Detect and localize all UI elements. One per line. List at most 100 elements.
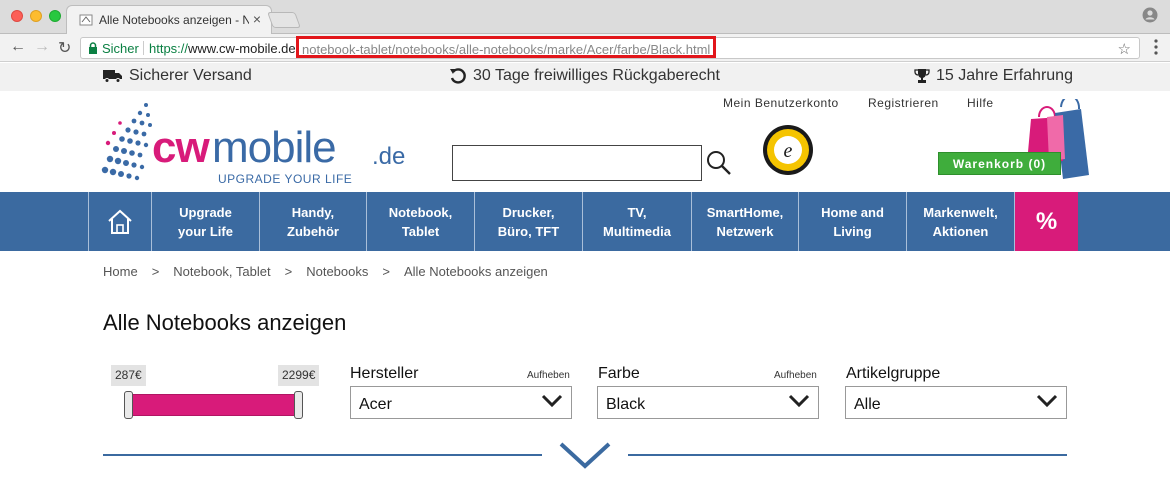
url-host: www.cw-mobile.de (188, 41, 296, 56)
manufacturer-clear-link[interactable]: Aufheben (527, 370, 570, 381)
logo-mobile-text: mobile (212, 123, 337, 172)
lock-icon (89, 42, 97, 54)
maximize-window-button[interactable] (49, 10, 61, 22)
browser-tab-bar: Alle Notebooks anzeigen - Not × (0, 0, 1170, 35)
profile-icon[interactable] (1142, 7, 1158, 23)
close-window-button[interactable] (11, 10, 23, 22)
tab-title: Alle Notebooks anzeigen - Not (99, 13, 249, 27)
nav-smarthome-netzwerk[interactable]: SmartHome, Netzwerk (692, 192, 799, 251)
chevron-down-icon (1036, 394, 1058, 408)
chevron-down-icon (541, 394, 563, 408)
search-icon[interactable] (706, 150, 732, 176)
cart-button[interactable]: Warenkorb (0) (938, 152, 1061, 175)
logo-tagline: UPGRADE YOUR LIFE (218, 172, 353, 186)
secure-label: Sicher (102, 41, 139, 56)
page-title: Alle Notebooks anzeigen (103, 310, 347, 335)
breadcrumb-separator: > (151, 264, 160, 279)
info-experience-text: 15 Jahre Erfahrung (936, 67, 1073, 84)
new-tab-button[interactable] (267, 12, 301, 28)
price-max-label: 2299€ (278, 365, 320, 386)
logo-dots-graphic (101, 103, 152, 181)
breadcrumb-notebook-tablet[interactable]: Notebook, Tablet (173, 264, 270, 279)
manufacturer-select[interactable]: Acer (350, 386, 572, 419)
nav-label: Markenwelt, Aktionen (923, 204, 998, 239)
reload-button[interactable]: ↻ (58, 38, 71, 58)
truck-icon (103, 70, 122, 83)
logo-de-text: .de (372, 143, 406, 170)
logo-cw-text: cw (152, 123, 210, 172)
trophy-icon (914, 69, 930, 83)
nav-label: Home and Living (821, 204, 884, 239)
main-navigation: Upgrade your Life Handy, Zubehör Noteboo… (0, 192, 1170, 251)
back-button[interactable]: ← (10, 38, 26, 56)
chevron-down-icon (788, 394, 810, 408)
section-divider (628, 454, 1067, 456)
nav-label: TV, Multimedia (603, 204, 671, 239)
breadcrumb-home[interactable]: Home (103, 264, 138, 279)
nav-label: Handy, Zubehör (287, 204, 339, 239)
help-link[interactable]: Hilfe (967, 96, 994, 110)
color-filter-label: Farbe (598, 365, 640, 382)
info-experience: 15 Jahre Erfahrung (914, 67, 1073, 85)
info-returns: 30 Tage freiwilliges Rückgaberecht (449, 67, 720, 85)
nav-notebook-tablet[interactable]: Notebook, Tablet (367, 192, 475, 251)
sale-percent-label: % (1035, 208, 1058, 235)
bookmark-star-icon[interactable]: ☆ (1118, 40, 1131, 58)
browser-tab-active[interactable]: Alle Notebooks anzeigen - Not × (66, 5, 272, 35)
site-logo[interactable]: cw mobile .de UPGRADE YOUR LIFE (100, 99, 420, 186)
manufacturer-selected-value: Acer (359, 396, 392, 413)
browser-menu-icon[interactable] (1154, 39, 1158, 55)
article-group-filter-label: Artikelgruppe (846, 365, 941, 382)
page-favicon-icon (79, 14, 93, 26)
breadcrumb-separator: > (284, 264, 293, 279)
price-min-handle[interactable] (124, 391, 133, 419)
nav-markenwelt-aktionen[interactable]: Markenwelt, Aktionen (907, 192, 1015, 251)
info-returns-text: 30 Tage freiwilliges Rückgaberecht (473, 67, 720, 84)
nav-label: Upgrade your Life (178, 204, 233, 239)
account-link[interactable]: Mein Benutzerkonto (723, 96, 839, 110)
article-group-selected-value: Alle (854, 396, 881, 413)
site-header: cw mobile .de UPGRADE YOUR LIFE Mein Ben… (0, 91, 1170, 192)
search-input[interactable] (452, 145, 702, 181)
nav-drucker-buero[interactable]: Drucker, Büro, TFT (475, 192, 583, 251)
price-max-handle[interactable] (294, 391, 303, 419)
register-link[interactable]: Registrieren (868, 96, 939, 110)
url-scheme: https:// (149, 41, 189, 56)
service-info-bar: Sicherer Versand 30 Tage freiwilliges Rü… (0, 63, 1170, 91)
minimize-window-button[interactable] (30, 10, 42, 22)
color-selected-value: Black (606, 396, 646, 413)
section-divider (103, 454, 542, 456)
forward-button[interactable]: → (34, 38, 50, 56)
nav-label: SmartHome, Netzwerk (706, 204, 784, 239)
url-path-highlighted: notebook-tablet/notebooks/alle-notebooks… (296, 36, 717, 58)
nav-upgrade-your-life[interactable]: Upgrade your Life (152, 192, 260, 251)
nav-label: Notebook, Tablet (388, 204, 453, 239)
price-min-label: 287€ (111, 365, 146, 386)
address-bar[interactable]: Sicher https:// www.cw-mobile.de noteboo… (80, 36, 1140, 59)
price-range-track[interactable] (128, 394, 302, 416)
tab-close-icon[interactable]: × (253, 11, 261, 27)
trusted-shops-badge-icon[interactable]: e (762, 124, 814, 176)
article-group-select[interactable]: Alle (845, 386, 1067, 419)
browser-toolbar: ← → ↻ Sicher https:// www.cw-mobile.de n… (0, 34, 1170, 62)
nav-label: Drucker, Büro, TFT (497, 204, 560, 239)
color-clear-link[interactable]: Aufheben (774, 370, 817, 381)
expand-filters-chevron-icon[interactable] (559, 441, 611, 469)
info-shipping-text: Sicherer Versand (129, 67, 252, 84)
address-separator (143, 41, 144, 55)
nav-sale[interactable]: % (1015, 192, 1078, 251)
return-arrow-icon (450, 68, 466, 84)
color-select[interactable]: Black (597, 386, 819, 419)
nav-home[interactable] (88, 192, 152, 251)
breadcrumb: Home > Notebook, Tablet > Notebooks > Al… (103, 264, 548, 279)
nav-handy-zubehoer[interactable]: Handy, Zubehör (260, 192, 367, 251)
breadcrumb-separator: > (382, 264, 390, 279)
manufacturer-filter-label: Hersteller (350, 365, 419, 382)
breadcrumb-notebooks[interactable]: Notebooks (306, 264, 368, 279)
nav-tv-multimedia[interactable]: TV, Multimedia (583, 192, 692, 251)
home-icon (108, 209, 132, 234)
svg-text:e: e (784, 140, 793, 162)
info-shipping: Sicherer Versand (103, 67, 252, 85)
breadcrumb-current: Alle Notebooks anzeigen (403, 264, 548, 279)
nav-home-and-living[interactable]: Home and Living (799, 192, 907, 251)
